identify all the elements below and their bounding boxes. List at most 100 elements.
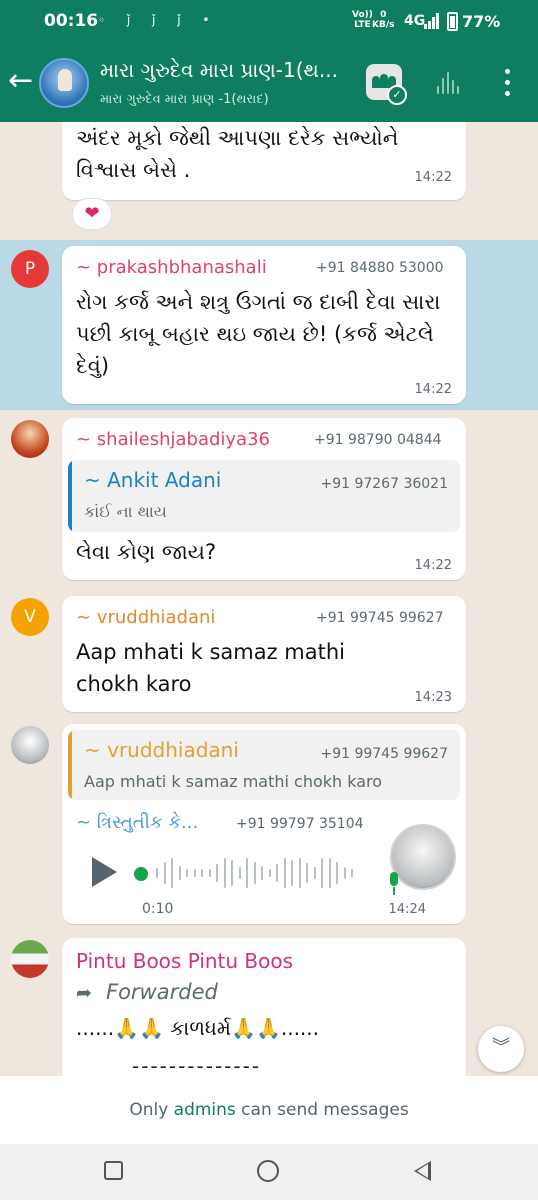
sender-name[interactable]: Pintu Boos Pintu Boos: [76, 949, 293, 973]
waveform-bar: [276, 864, 278, 882]
network-speed: 0 KB/s: [372, 10, 395, 30]
admins-only-notice: Only admins can send messages: [129, 1100, 409, 1120]
audio-call-icon[interactable]: [437, 72, 463, 94]
waveform-bar: [163, 862, 166, 884]
status-time: 00:16: [44, 11, 99, 31]
waveform-bar: [343, 867, 346, 879]
voice-waveform[interactable]: [156, 855, 362, 891]
quoted-text: કાંઈ ના થાય: [84, 502, 167, 521]
waveform-bar: [186, 869, 188, 877]
waveform-bar: [231, 860, 233, 886]
network-type: 4G: [404, 13, 426, 29]
message-bubble[interactable]: ~ vruddhiadani +91 99745 99627 Aap mhati…: [62, 724, 466, 924]
sender-avatar[interactable]: P: [11, 250, 49, 288]
waveform-bar: [201, 869, 203, 877]
sender-name[interactable]: ~ ત્રિસ્તુતીક કે...: [76, 812, 198, 833]
volte-indicator: Vo)) LTE: [352, 10, 373, 30]
message-bubble[interactable]: ~ vruddhiadani +91 99745 99627 Aap mhati…: [62, 596, 466, 712]
scroll-to-bottom-icon[interactable]: ︾: [478, 1026, 524, 1072]
forwarded-label: Forwarded: [106, 980, 218, 1004]
sender-name[interactable]: ~ vruddhiadani: [76, 607, 215, 628]
message-time: 14:23: [414, 690, 452, 705]
home-icon[interactable]: [257, 1160, 279, 1182]
waveform-bar: [283, 858, 286, 888]
group-avatar[interactable]: [39, 58, 89, 108]
quoted-sender: ~ vruddhiadani: [84, 738, 239, 762]
waveform-bar: [328, 858, 331, 888]
sender-name[interactable]: ~ shaileshjabadiya36: [76, 429, 270, 450]
waveform-bar: [216, 864, 218, 882]
message-bubble[interactable]: ~ shaileshjabadiya36 +91 98790 04844 ~ A…: [62, 418, 466, 580]
sender-avatar[interactable]: [11, 726, 49, 764]
waveform-bar: [178, 866, 181, 880]
waveform-bar: [291, 860, 293, 886]
waveform-bar: [156, 868, 158, 878]
message-bubble[interactable]: ~ prakashbhanashali +91 84880 53000 રોગ …: [62, 246, 466, 404]
quoted-message[interactable]: ~ Ankit Adani +91 97267 36021 કાંઈ ના થા…: [68, 460, 460, 532]
playback-position-dot[interactable]: [134, 867, 148, 881]
quoted-phone: +91 99745 99627: [320, 746, 448, 762]
waveform-bar: [261, 866, 263, 880]
quoted-sender: ~ Ankit Adani: [84, 468, 222, 492]
message-bubble[interactable]: Pintu Boos Pintu Boos ➦ Forwarded ......…: [62, 938, 466, 1076]
battery-percent: 77%: [462, 12, 501, 31]
sender-phone: +91 84880 53000: [316, 260, 444, 276]
nav-back-icon[interactable]: [414, 1161, 431, 1181]
forwarded-icon: ➦: [76, 982, 92, 1004]
message-divider-text: --------------: [132, 1054, 262, 1076]
group-subtitle[interactable]: મારા ગુરુદેવ મારા પ્રાણ -1(થરાદ): [100, 92, 269, 107]
waveform-bar: [253, 862, 256, 884]
waveform-bar: [238, 867, 241, 879]
more-options-icon[interactable]: [502, 69, 512, 97]
message-bubble[interactable]: અંદર મૂકો જેથી આપણા દરેક સભ્યોને વિશ્વાસ…: [62, 122, 466, 200]
signal-icon: [424, 13, 440, 29]
message-time: 14:22: [414, 170, 452, 185]
status-bar: 00:16 ◦ ǰ ǰ ǰ • Vo)) LTE 0 KB/s 4G 77%: [0, 0, 538, 44]
waveform-bar: [208, 869, 211, 877]
community-button[interactable]: ✓: [366, 64, 407, 105]
chat-area[interactable]: અંદર મૂકો જેથી આપણા દરેક સભ્યોને વિશ્વાસ…: [0, 122, 538, 1076]
group-name[interactable]: મારા ગુરુદેવ મારા પ્રાણ-1(થ...: [100, 58, 338, 82]
sender-phone: +91 99745 99627: [316, 610, 444, 626]
waveform-bar: [171, 858, 173, 888]
battery-icon: [447, 12, 458, 31]
message-text: લેવા કોણ જાય?: [76, 540, 217, 564]
message-time: 14:22: [414, 382, 452, 397]
heart-reaction-icon[interactable]: ❤: [72, 198, 112, 230]
message-time: 14:24: [388, 902, 426, 917]
waveform-bar: [306, 863, 308, 883]
waveform-bar: [268, 869, 271, 877]
quoted-phone: +91 97267 36021: [320, 476, 448, 492]
message-text: રોગ કર્જ અને શત્રુ ઉગતાં જ દાબી દેવા સાર…: [76, 290, 441, 378]
back-arrow-icon[interactable]: ←: [8, 66, 33, 96]
quoted-text: Aap mhati k samaz mathi chokh karo: [84, 772, 383, 791]
play-icon[interactable]: [92, 857, 117, 887]
notification-icons: ◦ ǰ ǰ ǰ •: [98, 13, 219, 27]
sender-phone: +91 99797 35104: [236, 816, 364, 832]
waveform-bar: [298, 858, 301, 888]
check-icon: ✓: [387, 85, 407, 105]
quoted-message[interactable]: ~ vruddhiadani +91 99745 99627 Aap mhati…: [68, 730, 460, 800]
microphone-icon: [388, 872, 400, 898]
message-text: અંદર મૂકો જેથી આપણા દરેક સભ્યોને વિશ્વાસ…: [76, 126, 399, 182]
waveform-bar: [321, 858, 323, 888]
recent-apps-icon[interactable]: [104, 1161, 123, 1180]
message-time: 14:22: [414, 558, 452, 573]
message-text: ......🙏🙏 કાળધર્મ🙏🙏......: [76, 1016, 319, 1040]
waveform-bar: [313, 867, 316, 879]
waveform-bar: [223, 858, 226, 888]
sender-avatar[interactable]: V: [11, 598, 49, 636]
admins-link[interactable]: admins: [174, 1100, 236, 1120]
waveform-bar: [246, 858, 248, 888]
system-nav-bar: [0, 1144, 538, 1200]
waveform-bar: [336, 862, 338, 884]
waveform-bar: [193, 869, 196, 877]
sender-avatar[interactable]: [11, 420, 49, 458]
sender-name[interactable]: ~ prakashbhanashali: [76, 257, 267, 278]
sender-avatar[interactable]: [11, 940, 49, 978]
admins-only-footer: Only admins can send messages: [0, 1076, 538, 1144]
voice-duration: 0:10: [142, 901, 174, 917]
sender-phone: +91 98790 04844: [314, 432, 442, 448]
message-text: Aap mhati k samaz mathi chokh karo: [76, 640, 345, 696]
chat-header: ← મારા ગુરુદેવ મારા પ્રાણ-1(થ... મારા ગુ…: [0, 44, 538, 122]
